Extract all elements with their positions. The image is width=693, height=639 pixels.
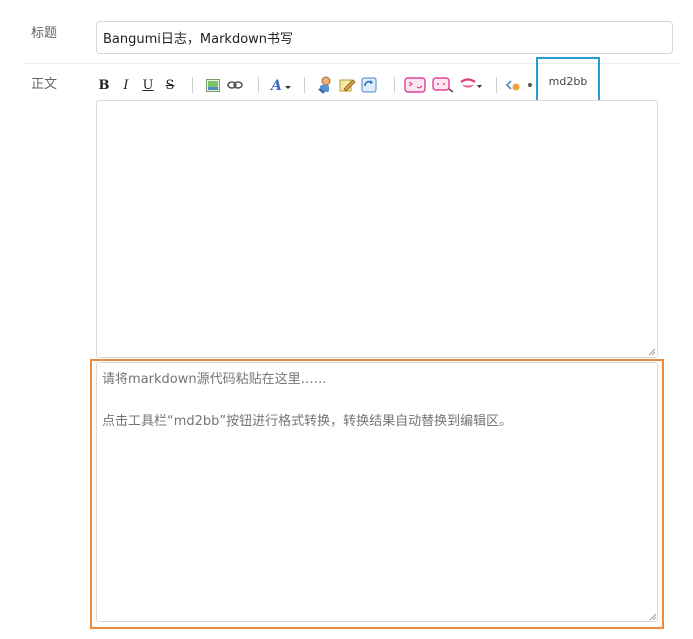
- emoji-icon[interactable]: [404, 72, 426, 98]
- toolbar-separator: [192, 77, 193, 93]
- drag-grip-icon[interactable]: ....: [374, 621, 393, 631]
- markdown-input[interactable]: [96, 362, 658, 622]
- smiley-icon[interactable]: [459, 72, 483, 98]
- italic-button[interactable]: I: [118, 72, 134, 98]
- svg-text:A: A: [270, 78, 282, 93]
- resize-handle-icon[interactable]: [647, 611, 657, 621]
- quote-icon[interactable]: [316, 72, 334, 98]
- bold-button[interactable]: B: [96, 72, 112, 98]
- title-label: 标题: [31, 26, 58, 41]
- underline-button[interactable]: U: [140, 72, 156, 98]
- toolbar-separator: [394, 77, 395, 93]
- code-icon[interactable]: [506, 72, 524, 98]
- editor-textarea[interactable]: [96, 100, 658, 358]
- toolbar-separator: [304, 77, 305, 93]
- image-icon[interactable]: [205, 72, 221, 98]
- editor-toolbar: B I U S A md2bb: [96, 57, 656, 106]
- title-input[interactable]: [96, 21, 673, 54]
- strikethrough-button[interactable]: S: [162, 72, 178, 98]
- resize-handle-icon[interactable]: [646, 346, 656, 356]
- dot-icon: [526, 72, 534, 98]
- body-label: 正文: [31, 77, 58, 92]
- refresh-icon[interactable]: [360, 72, 378, 98]
- chat-icon[interactable]: [432, 72, 454, 98]
- md2bb-button[interactable]: md2bb: [536, 57, 600, 106]
- link-icon[interactable]: [226, 72, 244, 98]
- font-color-icon[interactable]: A: [269, 72, 293, 98]
- edit-icon[interactable]: [338, 72, 356, 98]
- toolbar-separator: [496, 77, 497, 93]
- toolbar-separator: [258, 77, 259, 93]
